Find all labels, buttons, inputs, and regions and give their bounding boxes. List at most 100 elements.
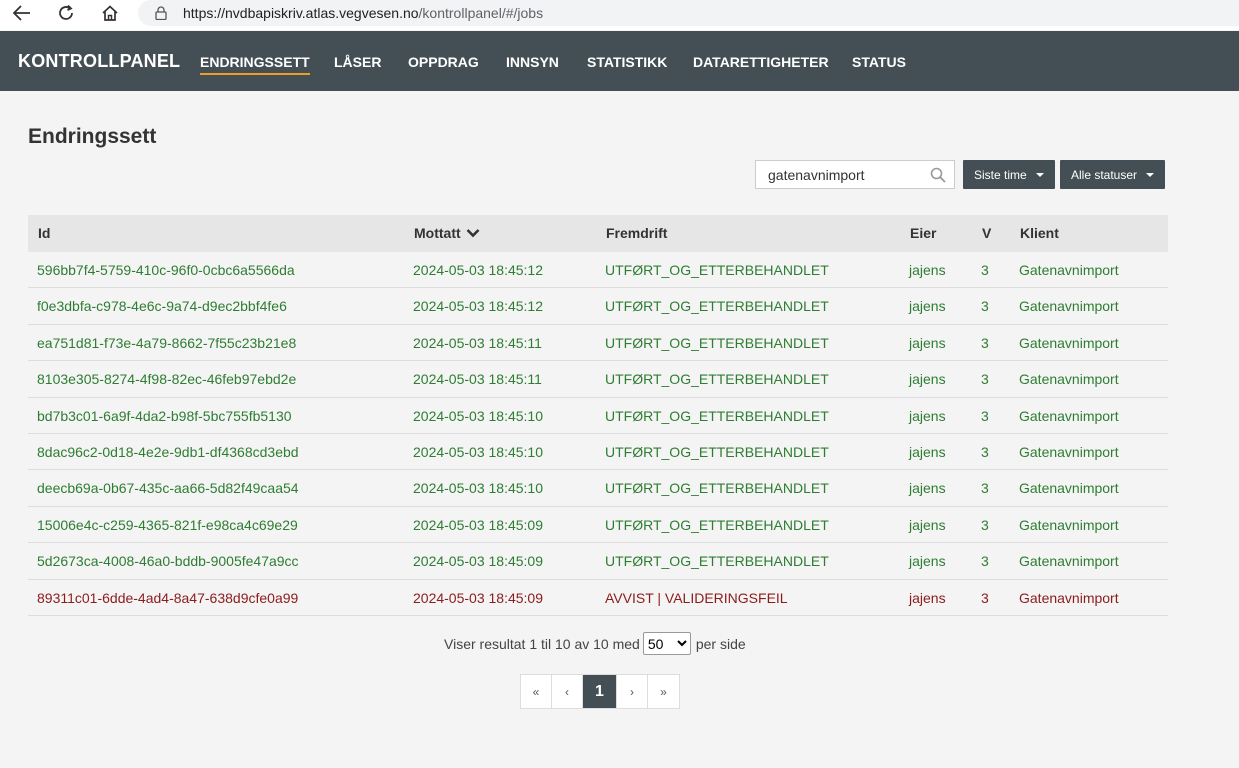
status-filter-label: Alle statuser [1071,167,1138,182]
row-id[interactable]: 15006e4c-c259-4365-821f-e98ca4c69e29 [37,517,298,533]
column-header-v[interactable]: V [982,225,991,241]
row-id[interactable]: bd7b3c01-6a9f-4da2-b98f-5bc755fb5130 [37,408,292,424]
site-info-icon[interactable] [154,6,168,20]
row-mottatt: 2024-05-03 18:45:10 [413,407,543,424]
table-row[interactable]: 8103e305-8274-4f98-82ec-46feb97ebd2e 2024… [28,361,1168,398]
row-id[interactable]: 8103e305-8274-4f98-82ec-46feb97ebd2e [37,371,296,387]
app-header: KONTROLLPANEL ENDRINGSSETT LÅSER OPPDRAG… [0,31,1239,91]
row-id[interactable]: 5d2673ca-4008-46a0-bddb-9005fe47a9cc [37,553,299,569]
row-id[interactable]: f0e3dbfa-c978-4e6c-9a74-d9ec2bbf4fe6 [37,298,287,314]
row-eier: jajens [909,371,946,388]
row-mottatt: 2024-05-03 18:45:10 [413,480,543,497]
row-klient: Gatenavnimport [1019,480,1119,497]
column-header-mottatt[interactable]: Mottatt [414,225,480,241]
row-klient: Gatenavnimport [1019,334,1119,351]
row-eier: jajens [909,298,946,315]
row-klient: Gatenavnimport [1019,516,1119,533]
sort-descending-icon[interactable] [466,228,480,238]
previous-page-button[interactable]: ‹ [552,675,583,708]
current-page-button[interactable]: 1 [583,675,617,708]
row-mottatt: 2024-05-03 18:45:10 [413,443,543,460]
first-page-button[interactable]: « [521,675,552,708]
back-icon[interactable] [8,0,36,26]
table-row[interactable]: 89311c01-6dde-4ad4-8a47-638d9cfe0a99 2024… [28,580,1168,616]
row-version: 3 [981,443,989,460]
results-text: Viser resultat 1 til 10 av 10 med [444,635,640,652]
row-mottatt: 2024-05-03 18:45:12 [413,262,543,278]
row-version: 3 [981,298,989,315]
search-input[interactable] [756,161,922,188]
url-path: /kontrollpanel/#/jobs [418,5,544,21]
per-page-suffix: per side [695,635,746,652]
row-id[interactable]: 89311c01-6dde-4ad4-8a47-638d9cfe0a99 [37,590,298,606]
home-icon[interactable] [96,0,124,26]
pagination: « ‹ 1 › » [520,674,680,709]
row-version: 3 [981,334,989,351]
url-text: https://nvdbapiskriv.atlas.vegvesen.no/k… [183,5,543,21]
row-klient: Gatenavnimport [1019,371,1119,388]
row-id[interactable]: 8dac96c2-0d18-4e2e-9db1-df4368cd3ebd [37,444,299,460]
time-filter-dropdown[interactable]: Siste time [963,160,1055,189]
row-fremdrift: UTFØRT_OG_ETTERBEHANDLET [605,516,829,533]
row-fremdrift: UTFØRT_OG_ETTERBEHANDLET [605,262,829,278]
nav-laser[interactable]: LÅSER [334,54,381,73]
reload-icon[interactable] [52,0,80,26]
row-klient: Gatenavnimport [1019,407,1119,424]
table-body: 596bb7f4-5759-410c-96f0-0cbc6a5566da 2024… [28,252,1168,616]
nav-innsyn[interactable]: INNSYN [506,54,559,73]
nav-endringssett[interactable]: ENDRINGSSETT [200,54,310,75]
column-header-id[interactable]: Id [38,225,50,241]
row-klient: Gatenavnimport [1019,262,1119,278]
table-row[interactable]: 15006e4c-c259-4365-821f-e98ca4c69e29 2024… [28,507,1168,544]
table-row[interactable]: f0e3dbfa-c978-4e6c-9a74-d9ec2bbf4fe6 2024… [28,288,1168,325]
row-eier: jajens [909,516,946,533]
column-header-eier[interactable]: Eier [910,225,936,241]
row-mottatt: 2024-05-03 18:45:09 [413,589,543,606]
row-fremdrift: UTFØRT_OG_ETTERBEHANDLET [605,553,829,570]
row-fremdrift: UTFØRT_OG_ETTERBEHANDLET [605,480,829,497]
results-summary: Viser resultat 1 til 10 av 10 med 50 per… [444,632,746,655]
nav-datarettigheter[interactable]: DATARETTIGHETER [693,54,829,73]
table-row[interactable]: bd7b3c01-6a9f-4da2-b98f-5bc755fb5130 2024… [28,398,1168,434]
row-klient: Gatenavnimport [1019,443,1119,460]
per-page-select[interactable]: 50 [642,632,691,655]
row-version: 3 [981,589,989,606]
row-version: 3 [981,480,989,497]
table-row[interactable]: 5d2673ca-4008-46a0-bddb-9005fe47a9cc 2024… [28,543,1168,580]
table-row[interactable]: 8dac96c2-0d18-4e2e-9db1-df4368cd3ebd 2024… [28,434,1168,471]
row-fremdrift: UTFØRT_OG_ETTERBEHANDLET [605,407,829,424]
nav-statistikk[interactable]: STATISTIKK [587,54,667,73]
table-row[interactable]: 596bb7f4-5759-410c-96f0-0cbc6a5566da 2024… [28,252,1168,289]
row-klient: Gatenavnimport [1019,589,1119,606]
row-mottatt: 2024-05-03 18:45:12 [413,298,543,315]
nav-status[interactable]: STATUS [852,54,906,73]
row-fremdrift: UTFØRT_OG_ETTERBEHANDLET [605,298,829,315]
row-id[interactable]: ea751d81-f73e-4a79-8662-7f55c23b21e8 [37,335,296,351]
row-version: 3 [981,371,989,388]
status-filter-dropdown[interactable]: Alle statuser [1060,160,1166,189]
row-fremdrift: UTFØRT_OG_ETTERBEHANDLET [605,334,829,351]
brand-title[interactable]: KONTROLLPANEL [18,51,180,72]
caret-down-icon [1035,172,1044,177]
table-row[interactable]: deecb69a-0b67-435c-aa66-5d82f49caa54 2024… [28,470,1168,507]
last-page-button[interactable]: » [648,675,679,708]
url-host: https://nvdbapiskriv.atlas.vegvesen.no [183,5,419,21]
row-id[interactable]: deecb69a-0b67-435c-aa66-5d82f49caa54 [37,480,299,496]
row-fremdrift: UTFØRT_OG_ETTERBEHANDLET [605,371,829,388]
search-icon[interactable] [930,167,946,183]
column-header-klient[interactable]: Klient [1020,225,1059,241]
address-bar[interactable]: https://nvdbapiskriv.atlas.vegvesen.no/k… [138,0,1239,26]
row-version: 3 [981,262,989,278]
column-header-fremdrift[interactable]: Fremdrift [606,225,667,241]
nav-oppdrag[interactable]: OPPDRAG [408,54,479,73]
row-klient: Gatenavnimport [1019,298,1119,315]
row-id[interactable]: 596bb7f4-5759-410c-96f0-0cbc6a5566da [37,262,295,278]
row-eier: jajens [909,443,946,460]
next-page-button[interactable]: › [617,675,648,708]
table-row[interactable]: ea751d81-f73e-4a79-8662-7f55c23b21e8 2024… [28,325,1168,362]
row-eier: jajens [909,480,946,497]
row-mottatt: 2024-05-03 18:45:11 [413,334,542,351]
row-version: 3 [981,407,989,424]
row-mottatt: 2024-05-03 18:45:09 [413,553,543,570]
row-eier: jajens [909,262,946,278]
